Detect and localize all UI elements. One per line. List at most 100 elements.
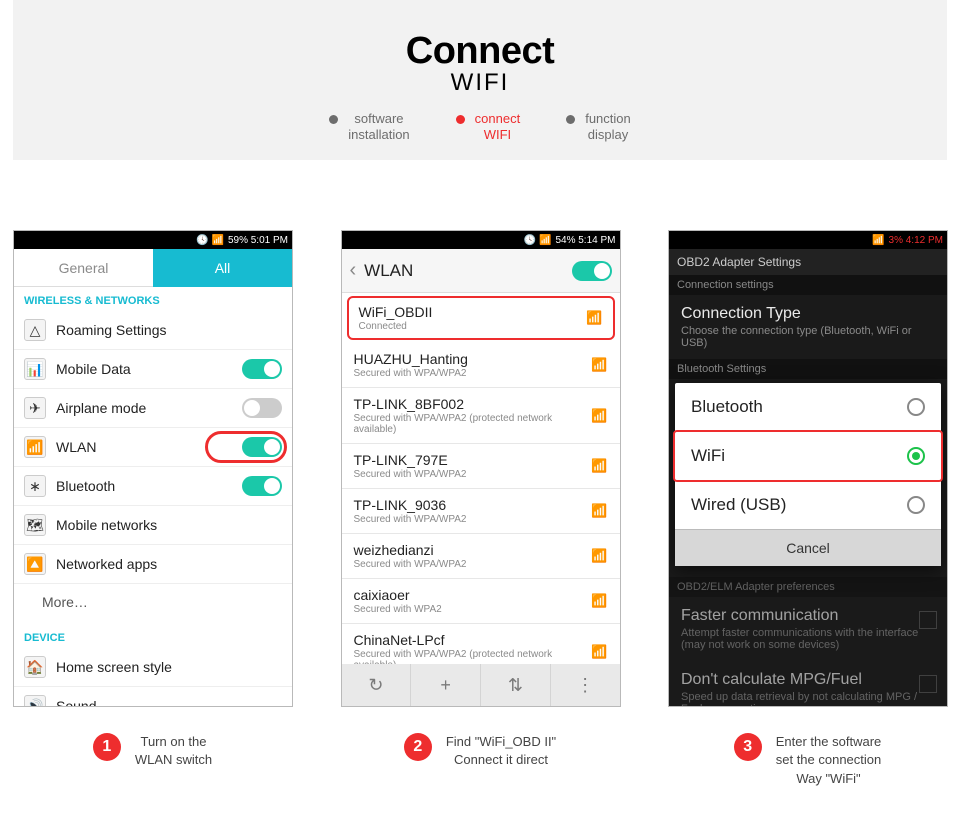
dialog-option[interactable]: Wired (USB)	[675, 481, 941, 529]
caption-text: Find "WiFi_OBD II"Connect it direct	[446, 733, 556, 769]
setting-icon: 📶	[24, 436, 46, 458]
mpg-row[interactable]: Don't calculate MPG/Fuel Speed up data r…	[669, 661, 947, 707]
settings-row[interactable]: 🔊 Sound	[14, 687, 292, 707]
tab-all[interactable]: All	[153, 249, 292, 287]
tabs: General All	[14, 249, 292, 287]
toggle[interactable]	[242, 476, 282, 496]
settings-row[interactable]: 🏠 Home screen style	[14, 648, 292, 687]
section-wireless: WIRELESS & NETWORKS	[14, 287, 292, 311]
dialog-option[interactable]: WiFi	[675, 432, 941, 481]
checkbox[interactable]	[919, 611, 937, 629]
setting-label: Networked apps	[56, 556, 282, 572]
network-name: weizhedianzi	[354, 542, 586, 558]
more-link[interactable]: More…	[14, 584, 292, 620]
status-bar: 🕓 📶54% 5:14 PM	[342, 231, 620, 249]
caption: 1 Turn on theWLAN switch	[13, 733, 292, 788]
option-label: WiFi	[691, 446, 907, 466]
setting-icon: △	[24, 319, 46, 341]
caption: 3Enter the softwareset the connectionWay…	[668, 733, 947, 788]
toggle[interactable]	[242, 359, 282, 379]
network-status: Secured with WPA/WPA2	[354, 469, 586, 480]
sort-icon[interactable]: ⇅	[481, 664, 551, 706]
toggle[interactable]	[242, 398, 282, 418]
banner-title: Connect	[13, 30, 947, 73]
setting-icon: ✈	[24, 397, 46, 419]
connection-type-dialog: Bluetooth WiFi Wired (USB) Cancel	[675, 383, 941, 566]
caption-text: Turn on theWLAN switch	[135, 733, 212, 769]
wifi-network[interactable]: TP-LINK_8BF002Secured with WPA/WPA2 (pro…	[342, 388, 620, 444]
radio[interactable]	[907, 496, 925, 514]
phone-settings: 🕓 📶59% 5:01 PM General All WIRELESS & NE…	[13, 230, 293, 707]
menu-icon[interactable]: ⋮	[551, 664, 620, 706]
add-icon[interactable]: +	[411, 664, 481, 706]
network-status: Secured with WPA/WPA2 (protected network…	[354, 413, 586, 435]
refresh-icon[interactable]: ↻	[342, 664, 412, 706]
settings-row[interactable]: 🗺Mobile networks	[14, 506, 292, 545]
setting-label: Mobile Data	[56, 361, 242, 377]
setting-label: Home screen style	[56, 659, 282, 675]
wifi-icon: 📶	[591, 458, 607, 474]
wifi-icon: 📶	[591, 503, 607, 519]
back-icon[interactable]: ‹	[350, 259, 357, 282]
step-badge: 1	[93, 733, 121, 761]
wifi-network[interactable]: TP-LINK_9036Secured with WPA/WPA2📶	[342, 489, 620, 534]
network-name: caixiaoer	[354, 587, 586, 603]
network-status: Secured with WPA2	[354, 604, 586, 615]
toggle[interactable]	[242, 437, 282, 457]
banner: Connect WIFI softwareinstallationconnect…	[13, 0, 947, 160]
phone-wlan: 🕓 📶54% 5:14 PM ‹ WLAN WiFi_OBDIIConnecte…	[341, 230, 621, 707]
phone-adapter-settings: 📶3% 4:12 PM OBD2 Adapter Settings Connec…	[668, 230, 948, 707]
network-name: ChinaNet-LPcf	[354, 632, 586, 648]
wlan-toggle[interactable]	[572, 261, 612, 281]
breadcrumb-item: functiondisplay	[566, 111, 631, 142]
section-connection: Connection settings	[669, 275, 947, 295]
wifi-icon: 📶	[591, 357, 607, 373]
dot-icon	[456, 115, 465, 124]
network-status: Secured with WPA/WPA2	[354, 368, 586, 379]
wifi-icon: 📶	[591, 593, 607, 609]
caption-text: Enter the softwareset the connectionWay …	[776, 733, 882, 788]
settings-row[interactable]: 🔼Networked apps	[14, 545, 292, 584]
network-name: WiFi_OBDII	[359, 304, 581, 320]
radio[interactable]	[907, 398, 925, 416]
network-status: Secured with WPA/WPA2	[354, 514, 586, 525]
setting-icon: 📊	[24, 358, 46, 380]
wifi-icon: 📶	[591, 408, 607, 424]
wifi-network[interactable]: caixiaoerSecured with WPA2 📶	[342, 579, 620, 624]
option-label: Wired (USB)	[691, 495, 907, 515]
wifi-icon: 📶	[586, 310, 602, 326]
network-name: HUAZHU_Hanting	[354, 351, 586, 367]
setting-label: WLAN	[56, 439, 242, 455]
checkbox[interactable]	[919, 675, 937, 693]
settings-row[interactable]: 📊 Mobile Data	[14, 350, 292, 389]
settings-row[interactable]: ✈ Airplane mode	[14, 389, 292, 428]
setting-label: Sound	[56, 698, 282, 707]
wifi-network[interactable]: WiFi_OBDIIConnected📶	[347, 296, 615, 340]
settings-row[interactable]: △ Roaming Settings	[14, 311, 292, 350]
wlan-title: WLAN	[364, 261, 571, 281]
dialog-option[interactable]: Bluetooth	[675, 383, 941, 432]
section-bluetooth: Bluetooth Settings	[669, 359, 947, 379]
setting-icon: 🔊	[24, 695, 46, 707]
caption: 2Find "WiFi_OBD II"Connect it direct	[341, 733, 620, 788]
settings-row[interactable]: 📶 WLAN	[14, 428, 292, 467]
banner-subtitle: WIFI	[13, 69, 947, 97]
faster-comm-row[interactable]: Faster communication Attempt faster comm…	[669, 597, 947, 661]
wifi-network[interactable]: weizhedianziSecured with WPA/WPA2📶	[342, 534, 620, 579]
dot-icon	[329, 115, 338, 124]
tab-general[interactable]: General	[14, 249, 153, 287]
settings-row[interactable]: ∗Bluetooth	[14, 467, 292, 506]
section-device: DEVICE	[14, 624, 292, 648]
status-bar: 📶3% 4:12 PM	[669, 231, 947, 249]
wlan-header: ‹ WLAN	[342, 249, 620, 293]
setting-label: Airplane mode	[56, 400, 242, 416]
wifi-network[interactable]: HUAZHU_HantingSecured with WPA/WPA2 📶	[342, 343, 620, 388]
wifi-icon: 📶	[591, 644, 607, 660]
cancel-button[interactable]: Cancel	[675, 529, 941, 566]
setting-icon: 🏠	[24, 656, 46, 678]
radio[interactable]	[907, 447, 925, 465]
wifi-network[interactable]: TP-LINK_797ESecured with WPA/WPA2📶	[342, 444, 620, 489]
setting-label: Roaming Settings	[56, 322, 282, 338]
setting-icon: ∗	[24, 475, 46, 497]
connection-type-row[interactable]: Connection Type Choose the connection ty…	[669, 295, 947, 359]
